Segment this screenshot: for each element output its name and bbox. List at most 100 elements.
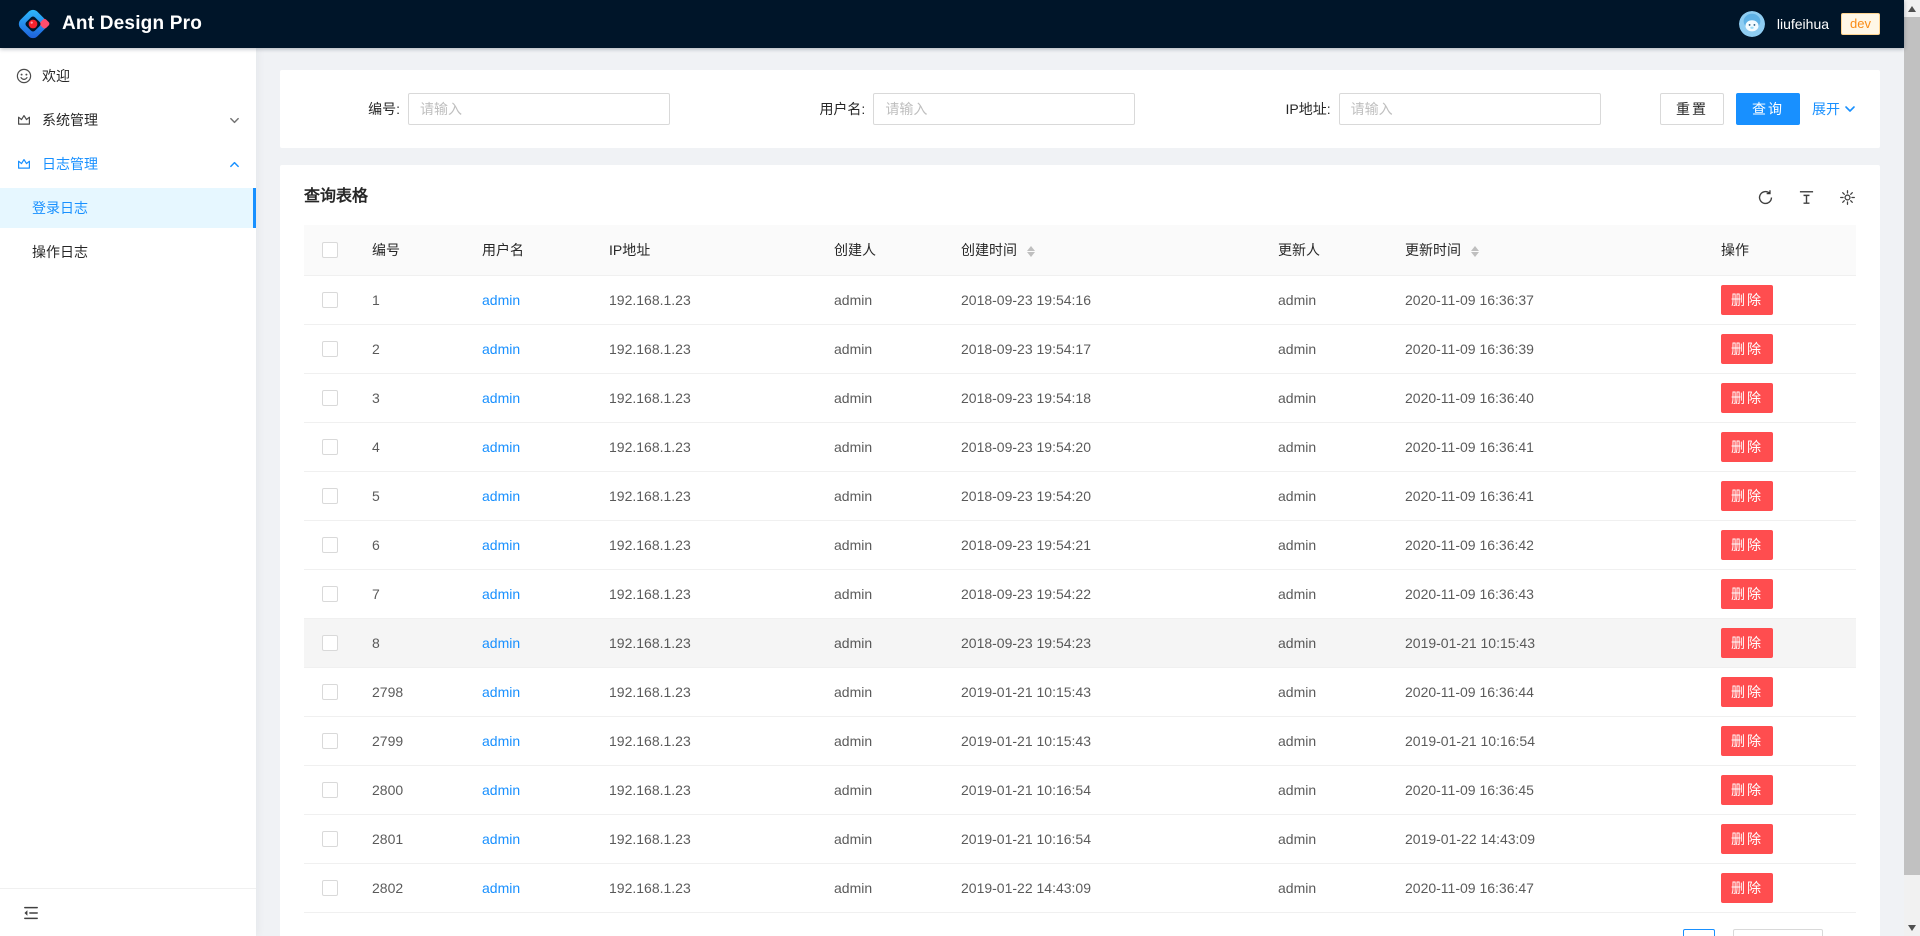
sidebar-item-logs[interactable]: 日志管理 <box>0 144 256 184</box>
cell-updater: admin <box>1262 520 1389 569</box>
username-link[interactable]: admin <box>482 782 520 798</box>
reset-button[interactable]: 重置 <box>1660 93 1724 125</box>
delete-button[interactable]: 删除 <box>1721 677 1773 707</box>
sidebar-item-welcome[interactable]: 欢迎 <box>0 56 256 96</box>
cell-updated-time: 2019-01-21 10:16:54 <box>1389 716 1705 765</box>
cell-updated-time: 2020-11-09 16:36:43 <box>1389 569 1705 618</box>
delete-button[interactable]: 删除 <box>1721 285 1773 315</box>
delete-button[interactable]: 删除 <box>1721 726 1773 756</box>
username-link[interactable]: admin <box>482 390 520 406</box>
row-checkbox[interactable] <box>322 733 338 749</box>
app-title: Ant Design Pro <box>62 13 202 35</box>
cell-id: 2801 <box>356 814 466 863</box>
username-link[interactable]: admin <box>482 439 520 455</box>
ip-filter-input[interactable] <box>1339 93 1601 125</box>
cell-updated-time: 2020-11-09 16:36:41 <box>1389 471 1705 520</box>
cell-id: 2802 <box>356 863 466 912</box>
delete-button[interactable]: 删除 <box>1721 775 1773 805</box>
table-row: 6 admin 192.168.1.23 admin 2018-09-23 19… <box>304 520 1856 569</box>
user-avatar[interactable] <box>1739 11 1765 37</box>
cell-ip: 192.168.1.23 <box>593 618 818 667</box>
delete-button[interactable]: 删除 <box>1721 383 1773 413</box>
cell-updated-time: 2020-11-09 16:36:42 <box>1389 520 1705 569</box>
cell-ip: 192.168.1.23 <box>593 520 818 569</box>
row-checkbox[interactable] <box>322 831 338 847</box>
cell-ip: 192.168.1.23 <box>593 667 818 716</box>
brand[interactable]: Ant Design Pro <box>16 7 202 41</box>
row-checkbox[interactable] <box>322 292 338 308</box>
menu-fold-icon[interactable] <box>22 904 40 922</box>
table-body: 1 admin 192.168.1.23 admin 2018-09-23 19… <box>304 275 1856 912</box>
username-link[interactable]: admin <box>482 488 520 504</box>
column-header-created[interactable]: 创建时间 <box>945 225 1262 275</box>
row-checkbox[interactable] <box>322 782 338 798</box>
row-checkbox[interactable] <box>322 880 338 896</box>
row-checkbox[interactable] <box>322 586 338 602</box>
cell-updater: admin <box>1262 814 1389 863</box>
sidebar-item-operation-log[interactable]: 操作日志 <box>0 232 256 272</box>
scrollbar-down-arrow-icon[interactable] <box>1904 919 1920 936</box>
cell-id: 1 <box>356 275 466 324</box>
delete-button[interactable]: 删除 <box>1721 530 1773 560</box>
row-checkbox[interactable] <box>322 488 338 504</box>
column-header-label: 更新时间 <box>1405 242 1461 258</box>
row-checkbox[interactable] <box>322 537 338 553</box>
sort-carets-icon[interactable] <box>1027 246 1035 257</box>
column-header-updated[interactable]: 更新时间 <box>1389 225 1705 275</box>
sidebar-item-system[interactable]: 系统管理 <box>0 100 256 140</box>
table-row: 4 admin 192.168.1.23 admin 2018-09-23 19… <box>304 422 1856 471</box>
cell-updater: admin <box>1262 373 1389 422</box>
user-name[interactable]: liufeihua <box>1777 16 1829 32</box>
cell-updated-time: 2020-11-09 16:36:45 <box>1389 765 1705 814</box>
row-checkbox[interactable] <box>322 341 338 357</box>
select-all-checkbox[interactable] <box>322 242 338 258</box>
cell-updater: admin <box>1262 765 1389 814</box>
delete-button[interactable]: 删除 <box>1721 873 1773 903</box>
expand-link[interactable]: 展开 <box>1812 99 1856 119</box>
pagination-size-select[interactable] <box>1733 929 1823 936</box>
username-link[interactable]: admin <box>482 635 520 651</box>
cell-ip: 192.168.1.23 <box>593 324 818 373</box>
cell-id: 6 <box>356 520 466 569</box>
username-link[interactable]: admin <box>482 880 520 896</box>
username-link[interactable]: admin <box>482 292 520 308</box>
delete-button[interactable]: 删除 <box>1721 334 1773 364</box>
delete-button[interactable]: 删除 <box>1721 481 1773 511</box>
cell-ip: 192.168.1.23 <box>593 275 818 324</box>
pagination-page-1-button[interactable] <box>1683 929 1715 936</box>
username-link[interactable]: admin <box>482 341 520 357</box>
row-checkbox[interactable] <box>322 439 338 455</box>
username-filter-input[interactable] <box>873 93 1135 125</box>
username-link[interactable]: admin <box>482 537 520 553</box>
username-link[interactable]: admin <box>482 733 520 749</box>
reload-icon[interactable] <box>1757 189 1774 206</box>
crown-icon <box>16 156 32 172</box>
scrollbar-thumb[interactable] <box>1904 17 1920 875</box>
vertical-scrollbar[interactable] <box>1904 0 1920 936</box>
sidebar-item-login-log[interactable]: 登录日志 <box>0 188 256 228</box>
cell-updater: admin <box>1262 667 1389 716</box>
delete-button[interactable]: 删除 <box>1721 824 1773 854</box>
data-table: 编号 用户名 IP地址 创建人 创建时间 更新人 更新时间 <box>304 225 1856 913</box>
row-checkbox[interactable] <box>322 635 338 651</box>
cell-updater: admin <box>1262 618 1389 667</box>
chevron-up-icon <box>229 159 240 170</box>
sort-carets-icon[interactable] <box>1471 246 1479 257</box>
row-checkbox[interactable] <box>322 684 338 700</box>
id-filter-input[interactable] <box>408 93 670 125</box>
delete-button[interactable]: 删除 <box>1721 579 1773 609</box>
username-link[interactable]: admin <box>482 684 520 700</box>
delete-button[interactable]: 删除 <box>1721 628 1773 658</box>
cell-updater: admin <box>1262 422 1389 471</box>
settings-gear-icon[interactable] <box>1839 189 1856 206</box>
search-button[interactable]: 查询 <box>1736 93 1800 125</box>
row-checkbox[interactable] <box>322 390 338 406</box>
username-link[interactable]: admin <box>482 586 520 602</box>
cell-updater: admin <box>1262 716 1389 765</box>
scrollbar-up-arrow-icon[interactable] <box>1904 0 1920 17</box>
cell-ip: 192.168.1.23 <box>593 765 818 814</box>
density-icon[interactable] <box>1798 189 1815 206</box>
username-link[interactable]: admin <box>482 831 520 847</box>
delete-button[interactable]: 删除 <box>1721 432 1773 462</box>
pagination <box>280 929 1880 936</box>
